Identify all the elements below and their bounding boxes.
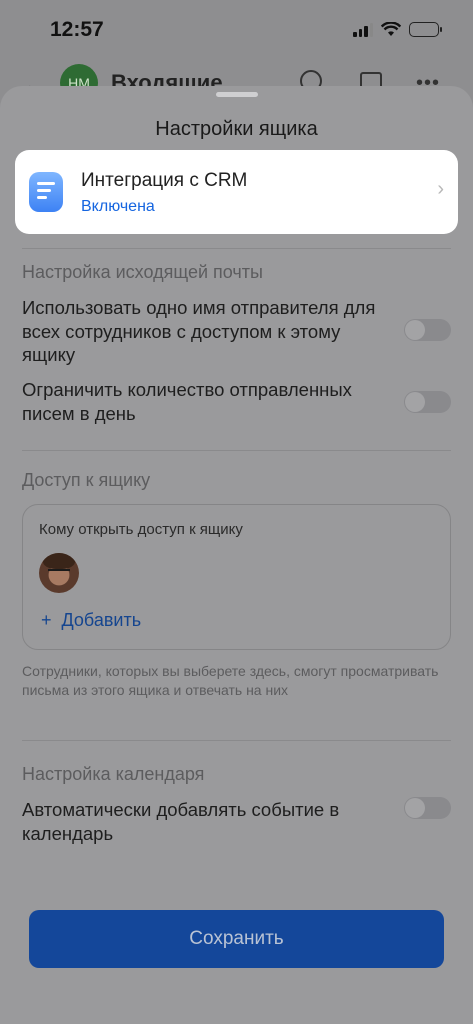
add-user-label: Добавить	[61, 610, 142, 630]
divider	[22, 248, 451, 249]
crm-integration-status: Включена	[81, 198, 155, 215]
access-section-title: Доступ к ящику	[22, 470, 151, 490]
limit-daily-label: Ограничить количество отправленных писем…	[22, 379, 352, 424]
crm-icon	[29, 172, 63, 212]
status-icons	[353, 22, 442, 37]
wifi-icon	[381, 22, 401, 36]
battery-icon	[409, 22, 442, 37]
crm-integration-title: Интеграция с CRM	[81, 170, 248, 191]
access-hint: Сотрудники, которых вы выберете здесь, с…	[22, 663, 439, 698]
mailbox-settings-sheet: Настройки ящика Интеграция с CRM Включен…	[0, 86, 473, 1024]
same-sender-toggle[interactable]	[404, 319, 451, 341]
user-avatar[interactable]	[39, 553, 79, 593]
auto-event-label: Автоматически добавлять событие в календ…	[22, 799, 340, 844]
sheet-title: Настройки ящика	[155, 118, 318, 140]
access-box: Кому открыть доступ к ящику + Добавить	[22, 504, 451, 650]
divider	[22, 740, 451, 741]
add-user-button[interactable]: + Добавить	[41, 610, 141, 631]
save-button[interactable]: Сохранить	[29, 910, 444, 968]
divider	[22, 450, 451, 451]
calendar-section-title: Настройка календаря	[22, 764, 205, 784]
auto-event-toggle[interactable]	[404, 797, 451, 819]
same-sender-label: Использовать одно имя отправителя для вс…	[22, 297, 376, 365]
access-box-label: Кому открыть доступ к ящику	[39, 521, 243, 538]
sheet-grabber[interactable]	[216, 92, 258, 97]
status-time: 12:57	[50, 18, 104, 41]
outgoing-section-title: Настройка исходящей почты	[22, 262, 263, 282]
limit-daily-toggle[interactable]	[404, 391, 451, 413]
status-bar: 12:57	[0, 0, 473, 62]
chevron-right-icon: ›	[437, 178, 444, 200]
crm-integration-row[interactable]: Интеграция с CRM Включена ›	[15, 150, 458, 234]
cellular-signal-icon	[353, 22, 373, 37]
plus-icon: +	[41, 610, 52, 630]
